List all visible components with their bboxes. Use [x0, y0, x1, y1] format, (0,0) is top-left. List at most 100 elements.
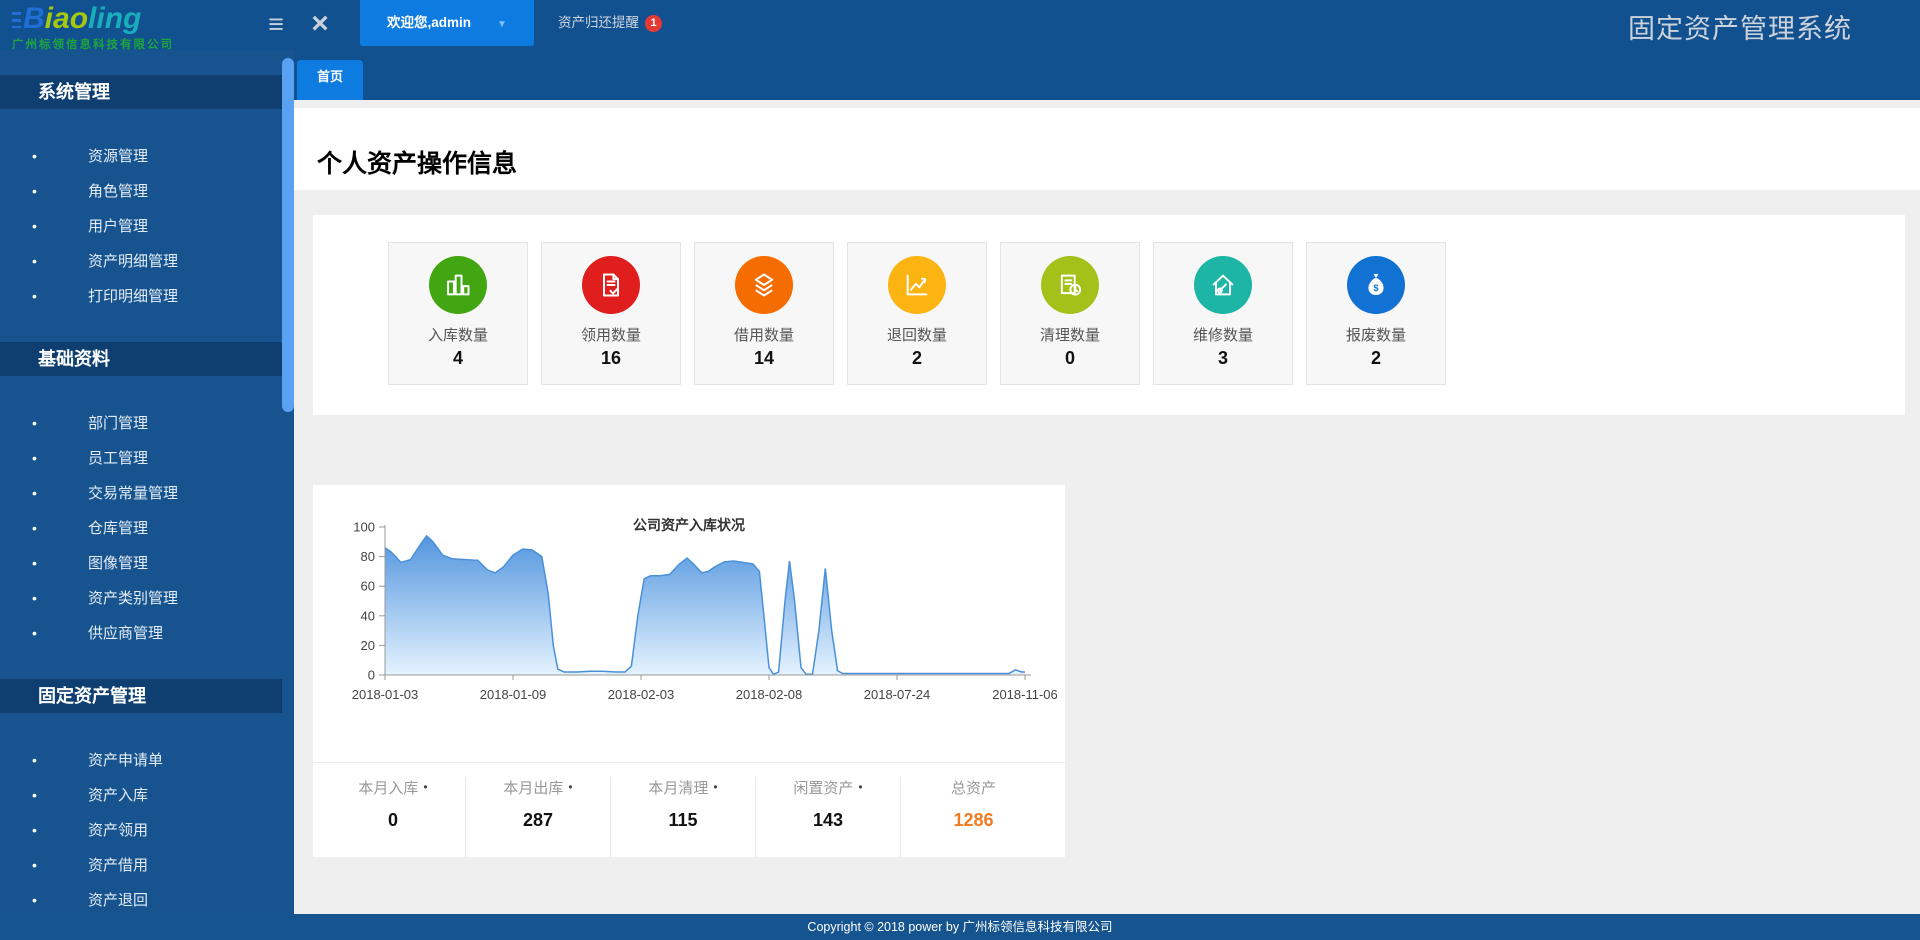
stat-card-value: 3 [1154, 348, 1292, 369]
summary-row: 本月入库• 0 本月出库• 287 本月清理• 115 闲置资产• 143 总资… [313, 762, 1065, 857]
page-title: 个人资产操作信息 [294, 108, 1920, 180]
bullet-icon: • [32, 511, 37, 546]
summary-label: 本月清理 [648, 780, 708, 797]
asset-return-reminder[interactable]: 资产归还提醒1 [558, 0, 662, 46]
sidebar-item-resource-mgmt[interactable]: • 资源管理 [0, 139, 294, 174]
sidebar-item-label: 角色管理 [88, 183, 148, 200]
sidebar-section-basic-data[interactable]: 基础资料 [0, 342, 282, 376]
company-logo: Biaoling 广州标领信息科技有限公司 [12, 3, 262, 52]
logo-mid: iao [45, 2, 88, 35]
svg-text:100: 100 [353, 520, 375, 535]
trend-chart-icon [888, 256, 946, 314]
sidebar-item-role-mgmt[interactable]: •角色管理 [0, 174, 294, 209]
tab-home[interactable]: 首页 [297, 60, 363, 100]
bullet-icon: • [423, 780, 427, 794]
footer: Copyright © 2018 power by 广州标领信息科技有限公司 [0, 914, 1920, 940]
sidebar-item-asset-detail-mgmt[interactable]: •资产明细管理 [0, 244, 294, 279]
sidebar-item-label: 用户管理 [88, 218, 148, 235]
sidebar-item-label: 图像管理 [88, 555, 148, 572]
sidebar-item-trade-constant-mgmt[interactable]: • 交易常量管理 [0, 476, 294, 511]
menu-icon[interactable]: ≡ [258, 0, 294, 50]
top-bar: Biaoling 广州标领信息科技有限公司 ≡ × 欢迎您,admin▼ 资产归… [0, 0, 1920, 50]
stat-card-value: 14 [695, 348, 833, 369]
sidebar-scrollbar-thumb[interactable] [282, 58, 294, 412]
sidebar-item-employee-mgmt[interactable]: • 员工管理 [0, 441, 294, 476]
sidebar: 系统管理 •资源管理 •角色管理 •用户管理 •资产明细管理 •打印明细管理 基… [0, 50, 294, 940]
stat-card-value: 16 [542, 348, 680, 369]
summary-label: 闲置资产 [793, 780, 853, 797]
notice-badge: 1 [645, 15, 662, 32]
stat-cards-panel: 入库数量 4 领用数量 16 借用数量 14 退回数量 2 [313, 215, 1905, 415]
svg-text:40: 40 [361, 608, 375, 623]
sidebar-item-supplier-mgmt[interactable]: •供应商管理 [0, 616, 294, 651]
sidebar-item-image-mgmt[interactable]: •图像管理 [0, 546, 294, 581]
summary-value: 1286 [901, 810, 1046, 831]
sidebar-item-label: 部门管理 [88, 415, 148, 432]
summary-month-outbound: 本月出库• 287 [466, 777, 611, 857]
layers-icon [735, 256, 793, 314]
summary-label: 总资产 [951, 780, 996, 797]
stat-card-borrowed: 借用数量 14 [694, 242, 834, 385]
sidebar-menu-fixed-assets: •资产申请单 •资产入库 •资产领用 •资产借用 •资产退回 [0, 713, 294, 918]
bullet-icon: • [713, 780, 717, 794]
sidebar-item-department-mgmt[interactable]: •部门管理 [0, 406, 294, 441]
stat-card-label: 退回数量 [848, 324, 986, 345]
bullet-icon: • [32, 279, 37, 314]
svg-text:2018-01-09: 2018-01-09 [480, 687, 547, 702]
sidebar-menu-system: •资源管理 •角色管理 •用户管理 •资产明细管理 •打印明细管理 [0, 109, 294, 314]
logo-stripes-icon [12, 12, 21, 28]
bullet-icon: • [32, 441, 37, 476]
stat-card-issued: 领用数量 16 [541, 242, 681, 385]
stat-card-returned: 退回数量 2 [847, 242, 987, 385]
bullet-icon: • [32, 139, 37, 174]
sidebar-item-asset-inbound[interactable]: •资产入库 [0, 778, 294, 813]
bullet-icon: • [32, 848, 37, 883]
inbound-chart-panel: 公司资产入库状况 0204060801002018-01-032018-01-0… [313, 485, 1065, 857]
summary-month-inbound: 本月入库• 0 [321, 777, 466, 857]
summary-value: 115 [611, 810, 755, 831]
bullet-icon: • [32, 581, 37, 616]
stat-card-label: 借用数量 [695, 324, 833, 345]
sidebar-item-label: 资源管理 [88, 148, 148, 165]
stat-card-value: 2 [848, 348, 986, 369]
sidebar-item-label: 资产借用 [88, 857, 148, 874]
sidebar-item-asset-borrow[interactable]: • 资产借用 [0, 848, 294, 883]
bullet-icon: • [32, 616, 37, 651]
bar-chart-icon [429, 256, 487, 314]
sidebar-section-system[interactable]: 系统管理 [0, 75, 282, 109]
document-check-icon [582, 256, 640, 314]
stat-card-label: 领用数量 [542, 324, 680, 345]
sidebar-item-asset-return[interactable]: •资产退回 [0, 883, 294, 918]
bullet-icon: • [568, 780, 572, 794]
summary-idle-assets: 闲置资产• 143 [756, 777, 901, 857]
stat-card-label: 维修数量 [1154, 324, 1292, 345]
sidebar-item-asset-category-mgmt[interactable]: •资产类别管理 [0, 581, 294, 616]
summary-value: 143 [756, 810, 900, 831]
svg-text:2018-11-06: 2018-11-06 [992, 687, 1058, 702]
sidebar-item-asset-issue[interactable]: •资产领用 [0, 813, 294, 848]
logo-tail: ling [88, 2, 141, 35]
sidebar-item-print-detail-mgmt[interactable]: • 打印明细管理 [0, 279, 294, 314]
sidebar-item-label: 资产退回 [88, 892, 148, 909]
close-icon[interactable]: × [302, 0, 338, 50]
chart-title: 公司资产入库状况 [313, 485, 1065, 515]
bullet-icon: • [32, 813, 37, 848]
bullet-icon: • [32, 244, 37, 279]
svg-text:2018-07-24: 2018-07-24 [864, 687, 931, 702]
sidebar-item-asset-request[interactable]: •资产申请单 [0, 743, 294, 778]
sidebar-item-label: 交易常量管理 [88, 485, 178, 502]
bullet-icon: • [32, 476, 37, 511]
stat-card-value: 2 [1307, 348, 1445, 369]
sidebar-section-fixed-assets[interactable]: 固定资产管理 [0, 679, 282, 713]
logo-subtitle: 广州标领信息科技有限公司 [12, 36, 262, 52]
stat-card-label: 清理数量 [1001, 324, 1139, 345]
summary-value: 0 [321, 810, 465, 831]
svg-text:$: $ [1373, 283, 1379, 293]
summary-value: 287 [466, 810, 610, 831]
user-menu-button[interactable]: 欢迎您,admin▼ [360, 0, 534, 46]
sidebar-item-warehouse-mgmt[interactable]: •仓库管理 [0, 511, 294, 546]
sidebar-item-label: 员工管理 [88, 450, 148, 467]
summary-month-cleaned: 本月清理 • 115 [611, 777, 756, 857]
sidebar-item-user-mgmt[interactable]: •用户管理 [0, 209, 294, 244]
sidebar-item-label: 打印明细管理 [88, 288, 178, 305]
